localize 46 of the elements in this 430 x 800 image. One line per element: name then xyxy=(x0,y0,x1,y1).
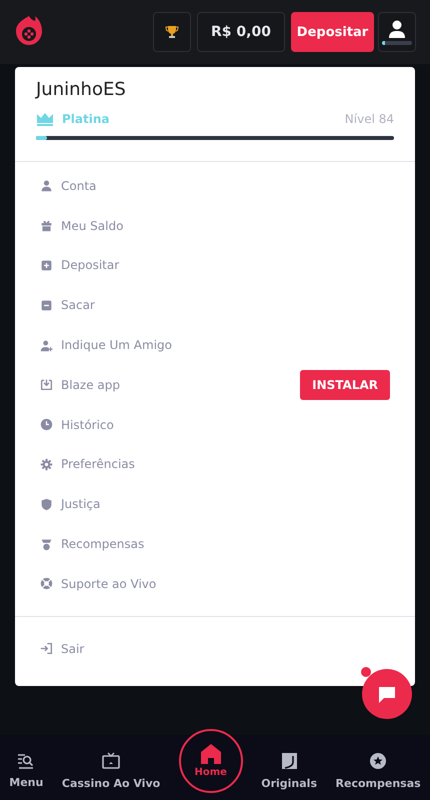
menu-item[interactable]: Suporte ao Vivo xyxy=(61,576,156,591)
star-badge-icon xyxy=(369,752,388,770)
house-icon xyxy=(200,743,222,765)
shield-icon xyxy=(40,498,53,511)
chat-button[interactable] xyxy=(360,667,412,719)
crown-icon xyxy=(36,112,54,126)
menu-item[interactable]: Blaze app xyxy=(61,378,120,392)
lifebuoy-icon xyxy=(40,577,53,590)
logout-item[interactable]: Sair xyxy=(61,642,84,656)
install-button[interactable]: INSTALAR xyxy=(300,370,390,400)
person-icon xyxy=(40,179,53,192)
nav-tab[interactable]: Recompensas xyxy=(336,752,421,790)
search-list-icon xyxy=(17,752,36,768)
clock-icon xyxy=(40,418,53,432)
gear-icon xyxy=(40,458,53,471)
menu-item[interactable]: Justiça xyxy=(61,497,100,512)
balance-display[interactable]: R$ 0,00 xyxy=(197,12,285,52)
nav-tab[interactable]: Home xyxy=(178,728,243,792)
add-person-icon xyxy=(40,338,53,352)
menu-item[interactable]: Depositar xyxy=(61,258,120,272)
medal-icon xyxy=(40,538,53,551)
tier-label: Platina xyxy=(62,112,110,126)
nav-tab[interactable]: Menu xyxy=(9,752,44,788)
menu-item[interactable]: Conta xyxy=(61,178,96,193)
gift-icon xyxy=(40,219,53,232)
person-icon xyxy=(387,20,407,38)
plus-square-icon xyxy=(40,258,53,272)
profile-button[interactable] xyxy=(378,12,416,52)
nav-tab[interactable]: Cassino Ao Vivo xyxy=(62,752,160,790)
menu-item[interactable]: Indique Um Amigo xyxy=(61,338,172,352)
deposit-button[interactable]: Depositar xyxy=(291,12,374,52)
trophy-button[interactable] xyxy=(153,12,191,52)
username: JuninhoES xyxy=(36,79,126,100)
level-label: Nível 84 xyxy=(344,112,394,126)
trophy-icon xyxy=(165,25,179,39)
tv-icon xyxy=(102,752,120,770)
nav-tab[interactable]: Originals xyxy=(261,752,317,790)
menu-item[interactable]: Sacar xyxy=(61,298,95,312)
card-icon xyxy=(280,752,298,770)
menu-item[interactable]: Meu Saldo xyxy=(61,218,124,233)
menu-item[interactable]: Preferências xyxy=(61,457,135,472)
menu-item[interactable]: Recompensas xyxy=(61,537,144,552)
menu-item[interactable]: Histórico xyxy=(61,418,114,432)
logout-icon xyxy=(40,642,53,656)
download-icon xyxy=(40,378,53,392)
minus-square-icon xyxy=(40,298,53,312)
